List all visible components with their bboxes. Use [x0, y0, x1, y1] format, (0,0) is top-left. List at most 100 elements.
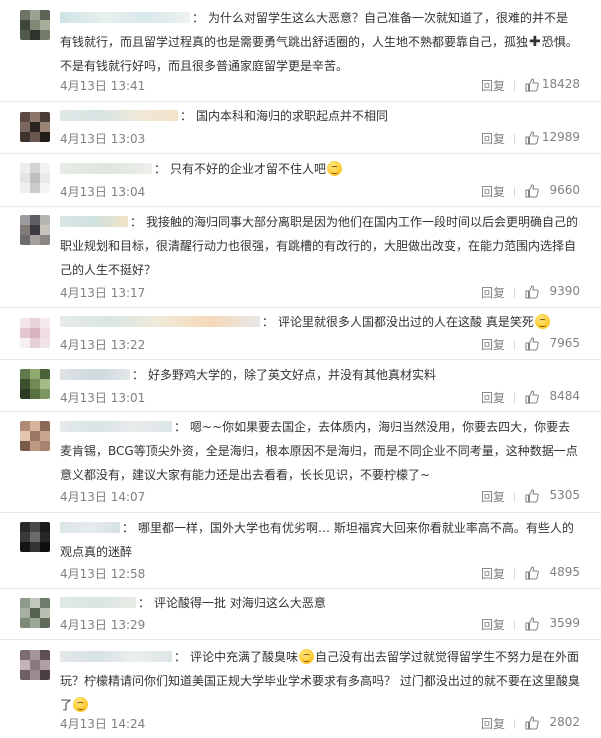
thumbs-up-icon	[525, 337, 539, 351]
comment-date: 4月13日 13:29	[60, 618, 146, 632]
smile-emoji-icon	[327, 161, 343, 176]
meta-divider	[514, 719, 515, 729]
comment-text: 只有不好的企业才留不住人吧	[170, 162, 327, 176]
comment-date: 4月13日 13:41	[60, 79, 146, 93]
meta-divider	[514, 393, 515, 403]
avatar[interactable]	[20, 650, 50, 680]
comment-item: ：国内本科和海归的求职起点并不相同 4月13日 13:03 回复 12989	[0, 102, 601, 154]
comment-date: 4月13日 13:03	[60, 132, 146, 146]
comment-date: 4月13日 12:58	[60, 567, 146, 581]
comment-text: 国内本科和海归的求职起点并不相同	[196, 109, 389, 123]
comment-text: 评论中充满了酸臭味	[190, 650, 299, 664]
avatar[interactable]	[20, 522, 50, 552]
comment-text: 评论酸得一批 对海归这么大恶意	[154, 596, 326, 610]
comment-item: ：我接触的海归同事大部分离职是因为他们在国内工作一段时间以后会更明确自己的职业规…	[0, 207, 601, 308]
comment-item: ：评论里就很多人国都没出过的人在这酸 真是笑死 4月13日 13:22 回复 7…	[0, 308, 601, 360]
reply-button[interactable]: 回复	[481, 389, 505, 406]
comment-date: 4月13日 13:04	[60, 185, 146, 199]
comment-item: ：嗯~~你如果要去国企，去体质内，海归当然没用，你要去四大，你要去麦肯锡，BCG…	[0, 412, 601, 513]
comment-meta: 4月13日 13:29 回复 3599	[60, 616, 580, 634]
avatar[interactable]	[20, 112, 50, 142]
avatar[interactable]	[20, 10, 50, 40]
avatar[interactable]	[20, 215, 50, 245]
comment-date: 4月13日 14:24	[60, 717, 146, 731]
comment-text: 好多野鸡大学的，除了英文好点，并没有其他真材实料	[148, 368, 437, 382]
comment-body: ：嗯~~你如果要去国企，去体质内，海归当然没用，你要去四大，你要去麦肯锡，BCG…	[60, 420, 578, 482]
comment-item: ：只有不好的企业才留不住人吧 4月13日 13:04 回复 9660	[0, 154, 601, 207]
username-blurred[interactable]	[60, 163, 152, 174]
likes-count: 12989	[541, 130, 580, 144]
likes-count: 5305	[549, 488, 580, 502]
comment-body: ：只有不好的企业才留不住人吧	[60, 157, 580, 181]
likes-count: 7965	[549, 336, 580, 350]
meta-divider	[514, 288, 515, 298]
comment-item: ：评论酸得一批 对海归这么大恶意 4月13日 13:29 回复 3599	[0, 589, 601, 640]
laugh-emoji-icon	[534, 314, 550, 329]
thumbs-up-icon	[525, 131, 539, 145]
comment-text: 哪里都一样，国外大学也有优劣啊… 斯坦福宾大回来你看就业率高不高。有些人的观点真…	[60, 521, 574, 559]
reply-button[interactable]: 回复	[481, 77, 505, 94]
meta-divider	[514, 134, 515, 144]
meta-divider	[514, 492, 515, 502]
likes-count: 9390	[549, 284, 580, 298]
meta-divider	[514, 187, 515, 197]
smile-emoji-icon	[299, 649, 315, 664]
comments-page: { "comments": [ { "text": "为什么对留学生这么大恶意？…	[0, 0, 601, 738]
likes-count: 9660	[549, 183, 580, 197]
username-blurred[interactable]	[60, 12, 190, 23]
likes-count: 8484	[549, 389, 580, 403]
comment-item: ：为什么对留学生这么大恶意？自己准备一次就知道了，很难的并不是有钱就行，而且留学…	[0, 0, 601, 102]
username-blurred[interactable]	[60, 316, 260, 327]
comment-body: ：我接触的海归同事大部分离职是因为他们在国内工作一段时间以后会更明确自己的职业规…	[60, 215, 579, 277]
comment-meta: 4月13日 13:22 回复 7965	[60, 336, 580, 354]
comment-item: ：评论中充满了酸臭味 自己没有出去留学过就觉得留学生不努力是在外面玩？柠檬精请问你…	[0, 640, 601, 738]
reply-button[interactable]: 回复	[481, 284, 505, 301]
thumbs-up-icon	[525, 566, 539, 580]
comment-body: ：好多野鸡大学的，除了英文好点，并没有其他真材实料	[60, 363, 580, 387]
comment-body: ：评论里就很多人国都没出过的人在这酸 真是笑死	[60, 310, 580, 334]
username-blurred[interactable]	[60, 597, 136, 608]
reply-button[interactable]: 回复	[481, 715, 505, 732]
meta-divider	[514, 569, 515, 579]
thumbs-up-icon	[525, 285, 539, 299]
comment-meta: 4月13日 13:01 回复 8484	[60, 389, 580, 407]
avatar[interactable]	[20, 163, 50, 193]
likes-count: 18428	[541, 77, 580, 91]
smile-emoji-icon	[73, 697, 89, 712]
likes-count: 4895	[549, 565, 580, 579]
comment-meta: 4月13日 13:04 回复 9660	[60, 183, 580, 201]
comment-body: ：评论中充满了酸臭味 自己没有出去留学过就觉得留学生不努力是在外面玩？柠檬精请问你…	[60, 649, 580, 712]
avatar[interactable]	[20, 421, 50, 451]
avatar[interactable]	[20, 369, 50, 399]
meta-divider	[514, 340, 515, 350]
comment-date: 4月13日 14:07	[60, 490, 146, 504]
reply-button[interactable]: 回复	[481, 183, 505, 200]
comment-body: ：评论酸得一批 对海归这么大恶意	[60, 591, 580, 615]
comment-date: 4月13日 13:01	[60, 391, 146, 405]
username-blurred[interactable]	[60, 421, 172, 432]
avatar[interactable]	[20, 598, 50, 628]
reply-button[interactable]: 回复	[481, 565, 505, 582]
username-blurred[interactable]	[60, 651, 172, 662]
comment-meta: 4月13日 13:17 回复 9390	[60, 284, 580, 302]
reply-button[interactable]: 回复	[481, 488, 505, 505]
comment-meta: 4月13日 13:41 回复 18428	[60, 77, 580, 95]
comment-body: ：哪里都一样，国外大学也有优劣啊… 斯坦福宾大回来你看就业率高不高。有些人的观点…	[60, 521, 574, 559]
reply-button[interactable]: 回复	[481, 616, 505, 633]
comment-body: ：为什么对留学生这么大恶意？自己准备一次就知道了，很难的并不是有钱就行，而且留学…	[60, 11, 578, 73]
meta-divider	[514, 620, 515, 630]
reply-button[interactable]: 回复	[481, 336, 505, 353]
likes-count: 3599	[549, 616, 580, 630]
reply-button[interactable]: 回复	[481, 130, 505, 147]
comment-text: 评论里就很多人国都没出过的人在这酸 真是笑死	[278, 315, 534, 329]
username-blurred[interactable]	[60, 522, 120, 533]
thumbs-up-icon	[525, 716, 539, 730]
thumbs-up-icon	[525, 184, 539, 198]
plus-cross-icon: ✚	[529, 34, 541, 50]
username-blurred[interactable]	[60, 110, 178, 121]
thumbs-up-icon	[525, 390, 539, 404]
username-blurred[interactable]	[60, 369, 130, 380]
meta-divider	[514, 81, 515, 91]
username-blurred[interactable]	[60, 216, 128, 227]
avatar[interactable]	[20, 318, 50, 348]
